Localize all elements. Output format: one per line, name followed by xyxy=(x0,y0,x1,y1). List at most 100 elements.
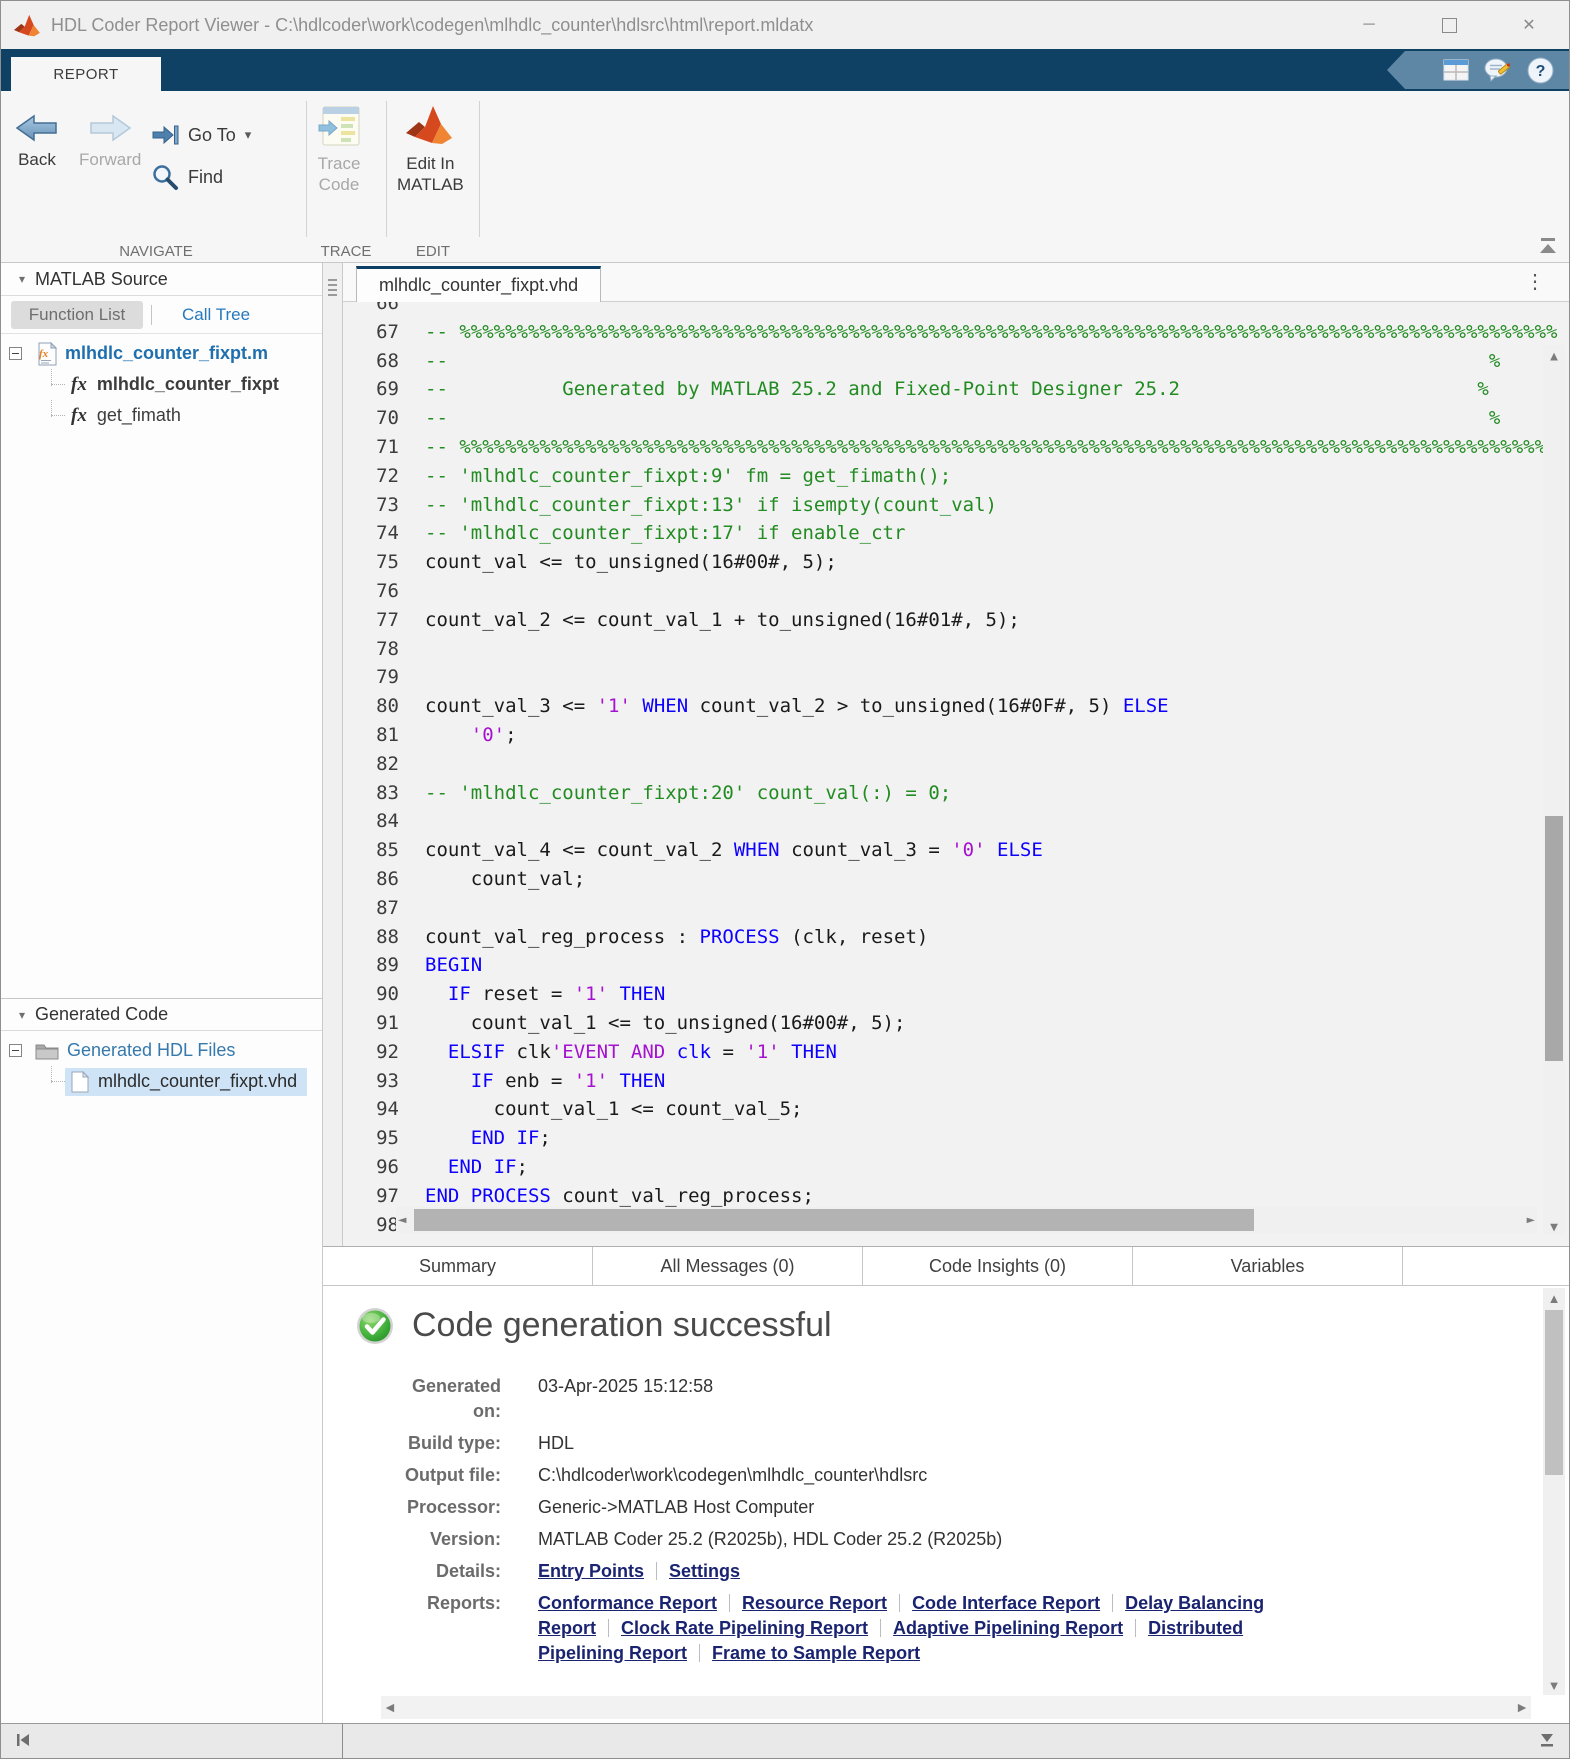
summary-horizontal-scrollbar[interactable]: ◄ ► xyxy=(381,1696,1531,1719)
link-resource-report[interactable]: Resource Report xyxy=(742,1593,887,1613)
edit-in-matlab-button[interactable]: Edit In MATLAB xyxy=(397,103,464,195)
link-entry-points[interactable]: Entry Points xyxy=(538,1561,644,1581)
code-line-81: 81 '0'; xyxy=(343,721,1570,750)
summary-vscroll-thumb[interactable] xyxy=(1545,1310,1563,1475)
editor-tab-strip: mlhdlc_counter_fixpt.vhd ⋮ xyxy=(343,263,1570,302)
field-value: C:\hdlcoder\work\codegen\mlhdlc_counter\… xyxy=(538,1463,927,1488)
title-bar: HDL Coder Report Viewer - C:\hdlcoder\wo… xyxy=(1,1,1569,49)
tree-item-mlhdlc-counter-fixpt-vhd[interactable]: mlhdlc_counter_fixpt.vhd xyxy=(1,1066,322,1097)
bottom-tab-summary[interactable]: Summary xyxy=(323,1247,593,1285)
vscroll-thumb[interactable] xyxy=(1545,816,1563,1061)
link-adaptive-pipelining-report[interactable]: Adaptive Pipelining Report xyxy=(893,1618,1123,1638)
tab-function-list[interactable]: Function List xyxy=(11,301,143,329)
code-line-87: 87 xyxy=(343,894,1570,923)
summary-vertical-scrollbar[interactable]: ▲ ▼ xyxy=(1543,1288,1565,1695)
summary-field-reports: Reports:Conformance ReportResource Repor… xyxy=(383,1591,1503,1666)
scroll-left-icon[interactable]: ◄ xyxy=(383,1699,397,1715)
summary-field-generated-on: Generated on:03-Apr-2025 15:12:58 xyxy=(383,1374,1503,1424)
selected-tree-item[interactable]: mlhdlc_counter_fixpt.vhd xyxy=(65,1068,307,1096)
code-view[interactable]: 6667-- %%%%%%%%%%%%%%%%%%%%%%%%%%%%%%%%%… xyxy=(343,302,1570,1246)
bottom-tab-code-insights-0[interactable]: Code Insights (0) xyxy=(863,1247,1133,1285)
collapse-triangle-icon[interactable]: ▾ xyxy=(19,1008,25,1022)
link-conformance-report[interactable]: Conformance Report xyxy=(538,1593,717,1613)
line-number: 78 xyxy=(343,635,399,664)
source-root-label[interactable]: mlhdlc_counter_fixpt.m xyxy=(65,343,268,364)
tree-item-mlhdlc-counter-fixpt[interactable]: fxmlhdlc_counter_fixpt xyxy=(1,369,322,400)
line-number: 67 xyxy=(343,318,399,347)
editor-horizontal-scrollbar[interactable]: ◄ ► xyxy=(396,1207,1537,1233)
summary-fields: Generated on:03-Apr-2025 15:12:58Build t… xyxy=(383,1374,1503,1673)
scroll-down-icon[interactable]: ▼ xyxy=(1543,1220,1565,1235)
tree-item-get-fimath[interactable]: fxget_fimath xyxy=(1,400,322,431)
collapse-expander-icon[interactable] xyxy=(9,1044,22,1057)
close-button[interactable]: ✕ xyxy=(1489,1,1569,49)
matlab-source-header[interactable]: ▾ MATLAB Source xyxy=(1,263,322,296)
trace-code-button[interactable]: Trace Code xyxy=(317,105,361,195)
link-frame-to-sample-report[interactable]: Frame to Sample Report xyxy=(712,1643,920,1663)
line-number: 73 xyxy=(343,491,399,520)
minimize-button[interactable]: ─ xyxy=(1329,1,1409,49)
tree-row-generated-root[interactable]: Generated HDL Files xyxy=(1,1035,322,1066)
bottom-tab-bar: SummaryAll Messages (0)Code Insights (0)… xyxy=(323,1246,1570,1286)
link-clock-rate-pipelining-report[interactable]: Clock Rate Pipelining Report xyxy=(621,1618,868,1638)
code-line-84: 84 xyxy=(343,807,1570,836)
editor-tab-vhd-file[interactable]: mlhdlc_counter_fixpt.vhd xyxy=(356,266,601,302)
sidebar: ▾ MATLAB Source Function List Call Tree … xyxy=(1,263,323,1723)
line-text: -- Generated by MATLAB 25.2 and Fixed-Po… xyxy=(425,375,1489,404)
help-icon[interactable]: ? xyxy=(1525,55,1555,85)
field-label: Version: xyxy=(383,1527,501,1552)
code-line-74: 74-- 'mlhdlc_counter_fixpt:17' if enable… xyxy=(343,519,1570,548)
code-line-96: 96 END IF; xyxy=(343,1153,1570,1182)
collapse-triangle-icon[interactable]: ▾ xyxy=(19,272,25,286)
editor-vertical-scrollbar[interactable]: ▲ ▼ xyxy=(1543,345,1565,1235)
scroll-right-icon[interactable]: ► xyxy=(1515,1699,1529,1715)
find-icon xyxy=(151,163,179,191)
collapse-ribbon-button[interactable] xyxy=(1537,237,1559,255)
collapse-bottom-panel-icon[interactable] xyxy=(1539,1732,1555,1753)
editor-options-kebab-icon[interactable]: ⋮ xyxy=(1525,270,1545,294)
svg-text:?: ? xyxy=(1535,63,1545,80)
generated-root-label[interactable]: Generated HDL Files xyxy=(67,1040,235,1061)
scroll-left-icon[interactable]: ◄ xyxy=(398,1212,406,1228)
line-number: 83 xyxy=(343,779,399,808)
forward-button[interactable]: Forward xyxy=(79,113,141,170)
goto-button[interactable]: Go To ▾ xyxy=(151,123,251,147)
sidebar-collapse-cell xyxy=(1,1724,343,1759)
code-line-66: 66 xyxy=(343,302,1570,318)
tree-row-source-root[interactable]: fx mlhdlc_counter_fixpt.m xyxy=(1,338,322,369)
subtab-divider xyxy=(151,305,152,325)
collapse-sidebar-icon[interactable] xyxy=(15,1732,31,1753)
hscroll-thumb[interactable] xyxy=(414,1209,1254,1231)
scroll-right-icon[interactable]: ► xyxy=(1527,1212,1535,1228)
scroll-up-icon[interactable]: ▲ xyxy=(1543,349,1565,364)
bottom-tab-variables[interactable]: Variables xyxy=(1133,1247,1403,1285)
feedback-icon[interactable] xyxy=(1483,55,1513,85)
link-divider xyxy=(729,1594,730,1612)
link-settings[interactable]: Settings xyxy=(669,1561,740,1581)
line-number: 96 xyxy=(343,1153,399,1182)
field-value: HDL xyxy=(538,1431,574,1456)
sidebar-splitter[interactable] xyxy=(323,263,343,1246)
panel-collapse-bar xyxy=(1,1723,1569,1759)
goto-dropdown-icon[interactable]: ▾ xyxy=(245,127,252,143)
back-button[interactable]: Back xyxy=(15,113,59,170)
tab-report[interactable]: REPORT xyxy=(11,57,161,91)
find-button[interactable]: Find xyxy=(151,163,223,191)
line-number: 69 xyxy=(343,375,399,404)
tab-call-tree[interactable]: Call Tree xyxy=(182,305,250,325)
field-label: Processor: xyxy=(383,1495,501,1520)
layout-icon[interactable] xyxy=(1441,55,1471,85)
scroll-down-icon[interactable]: ▼ xyxy=(1543,1678,1565,1693)
line-text: count_val_1 <= to_unsigned(16#00#, 5); xyxy=(425,1009,905,1038)
link-code-interface-report[interactable]: Code Interface Report xyxy=(912,1593,1100,1613)
summary-field-details: Details:Entry PointsSettings xyxy=(383,1559,1503,1584)
bottom-tab-all-messages-0[interactable]: All Messages (0) xyxy=(593,1247,863,1285)
field-links: Entry Points Settings xyxy=(538,1559,1318,1584)
scroll-up-icon[interactable]: ▲ xyxy=(1543,1291,1565,1306)
collapse-expander-icon[interactable] xyxy=(9,347,22,360)
back-label: Back xyxy=(18,149,56,170)
generated-code-header[interactable]: ▾ Generated Code xyxy=(1,998,322,1031)
edit-label-line2: MATLAB xyxy=(397,175,464,194)
maximize-button[interactable] xyxy=(1409,1,1489,49)
forward-arrow-icon xyxy=(88,113,132,143)
